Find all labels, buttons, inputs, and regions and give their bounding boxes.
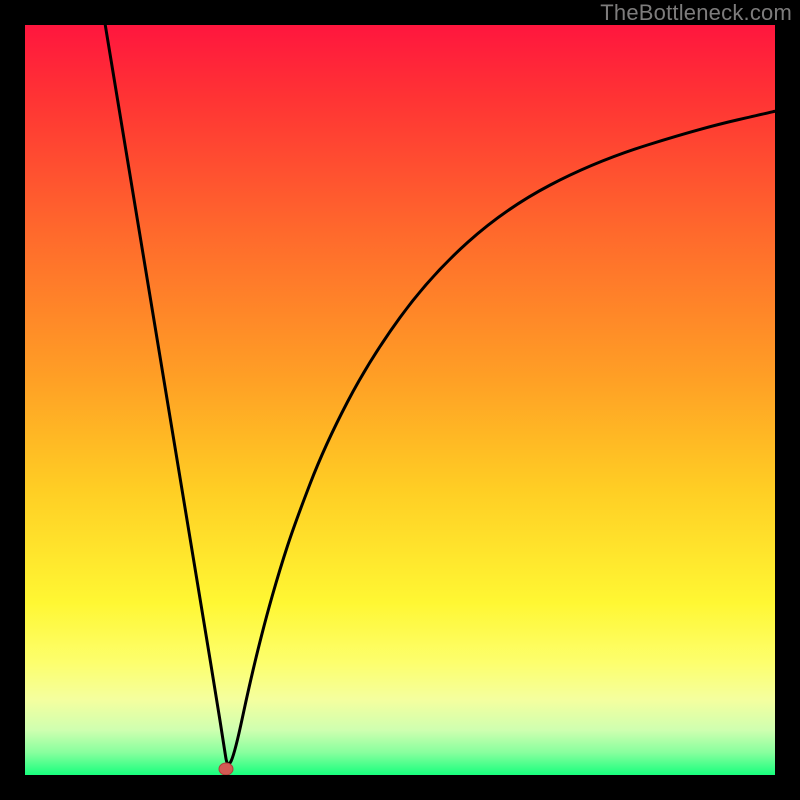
gradient-background (25, 25, 775, 775)
plot-area (25, 25, 775, 775)
chart-frame: TheBottleneck.com (0, 0, 800, 800)
bottleneck-chart (25, 25, 775, 775)
minimum-marker (219, 763, 233, 775)
attribution-label: TheBottleneck.com (600, 0, 792, 26)
